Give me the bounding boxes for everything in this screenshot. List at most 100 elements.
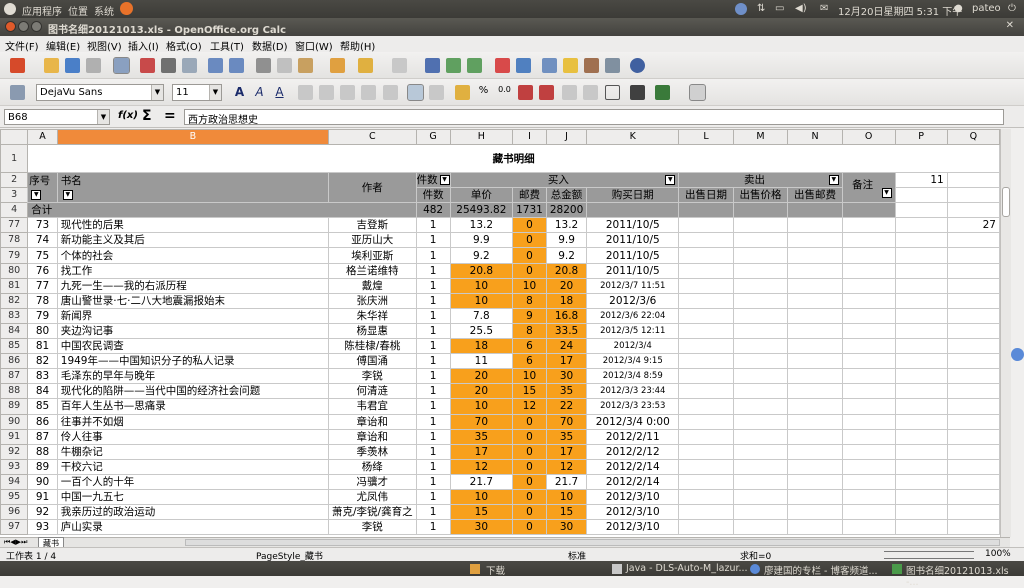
subheader-cell[interactable]: 邮费 (512, 187, 547, 204)
cell[interactable] (841, 217, 896, 234)
cell[interactable] (841, 473, 896, 490)
author-cell[interactable]: 尤凤伟 (328, 488, 417, 506)
author-cell[interactable]: 季羡林 (328, 443, 417, 460)
author-cell[interactable]: 杨显惠 (328, 322, 417, 340)
menu-insert[interactable]: 插入(I) (128, 38, 159, 53)
author-cell[interactable]: 李锐 (328, 519, 417, 536)
clock[interactable]: 12月20日星期四 5:31 下午 (838, 3, 962, 18)
row-header[interactable]: 88 (0, 383, 29, 400)
amount-cell[interactable]: 21.7 (545, 473, 588, 490)
cell[interactable] (894, 353, 948, 370)
author-cell[interactable]: 格兰诺维特 (328, 262, 417, 279)
task-downloads[interactable]: 下载 (486, 563, 505, 577)
postage-cell[interactable]: 0 (512, 473, 547, 490)
purchase-date-cell[interactable]: 2012/3/10 (586, 504, 680, 521)
horizontal-scrollbar[interactable] (185, 539, 1000, 546)
cell[interactable] (678, 458, 734, 475)
cell[interactable] (678, 519, 734, 536)
price-cell[interactable]: 20.8 (449, 262, 514, 279)
cell[interactable] (946, 277, 1000, 294)
cell[interactable] (787, 458, 843, 475)
author-cell[interactable]: 李锐 (328, 368, 417, 385)
cell[interactable] (894, 398, 948, 415)
menu-help[interactable]: 帮助(H) (340, 38, 375, 53)
cell[interactable] (787, 322, 843, 340)
purchase-date-cell[interactable]: 2012/2/14 (586, 458, 680, 475)
cell[interactable] (787, 338, 843, 355)
filter-dropdown-icon[interactable]: ▼ (828, 175, 839, 186)
redo-icon[interactable] (392, 58, 407, 73)
cell[interactable] (732, 458, 789, 475)
author-cell[interactable]: 章诒和 (328, 413, 417, 430)
task-browser[interactable]: 廖建国的专栏 - 博客频道... (764, 563, 878, 577)
formula-icon[interactable]: = (164, 108, 176, 124)
cell[interactable] (946, 473, 1000, 490)
cell[interactable] (841, 247, 896, 264)
increase-indent-icon[interactable] (583, 85, 598, 100)
percent-format-icon[interactable]: % (476, 85, 491, 100)
purchase-date-cell[interactable]: 2012/3/4 (586, 338, 680, 355)
seq-cell[interactable]: 90 (27, 473, 58, 490)
amount-cell[interactable]: 24 (545, 338, 588, 355)
count-cell[interactable]: 1 (415, 338, 451, 355)
row-header[interactable]: 77 (0, 217, 29, 234)
subheader-cell[interactable]: 件数 (415, 187, 451, 204)
row-header[interactable]: 3 (0, 187, 29, 204)
author-cell[interactable]: 戴煌 (328, 277, 417, 294)
cell[interactable] (732, 383, 789, 400)
row-header[interactable]: 93 (0, 458, 29, 475)
postage-cell[interactable]: 9 (512, 307, 547, 324)
seq-header[interactable]: 序号 ▼ (27, 171, 58, 204)
cell[interactable] (787, 383, 843, 400)
col-header[interactable]: B (56, 129, 330, 145)
book-name-cell[interactable]: 唐山警世录·七·二八大地震漏报始末 (56, 292, 330, 309)
cell[interactable] (678, 277, 734, 294)
price-cell[interactable]: 10 (449, 398, 514, 415)
col-header[interactable]: I (512, 129, 547, 145)
open-icon[interactable] (44, 58, 59, 73)
cell[interactable] (946, 443, 1000, 460)
row-header[interactable]: 85 (0, 338, 29, 355)
row-header[interactable]: 94 (0, 473, 29, 490)
seq-cell[interactable]: 83 (27, 368, 58, 385)
menu-view[interactable]: 视图(V) (87, 38, 122, 53)
maximize-icon[interactable] (31, 21, 42, 32)
amount-cell[interactable]: 17 (545, 353, 588, 370)
cell[interactable] (841, 353, 896, 370)
name-box[interactable]: B68 ▼ (4, 109, 110, 125)
cell[interactable] (841, 277, 896, 294)
cell[interactable] (787, 398, 843, 415)
system-menu[interactable]: 系统 (94, 3, 114, 18)
note-header[interactable]: 备注 ▼ (841, 171, 896, 204)
purchase-date-cell[interactable]: 2012/3/4 0:00 (586, 413, 680, 430)
count-cell[interactable]: 1 (415, 443, 451, 460)
postage-cell[interactable]: 0 (512, 458, 547, 475)
seq-cell[interactable]: 93 (27, 519, 58, 536)
postage-cell[interactable]: 6 (512, 353, 547, 370)
align-top-icon[interactable] (407, 84, 424, 101)
seq-cell[interactable]: 87 (27, 428, 58, 445)
cell[interactable] (946, 383, 1000, 400)
book-name-cell[interactable]: 个体的社会 (56, 247, 330, 264)
cell[interactable] (841, 458, 896, 475)
purchase-date-cell[interactable]: 2012/3/4 9:15 (586, 353, 680, 370)
cell[interactable] (678, 292, 734, 309)
price-cell[interactable]: 70 (449, 413, 514, 430)
cell[interactable] (787, 277, 843, 294)
total-count[interactable]: 482 (415, 202, 451, 219)
book-name-cell[interactable]: 我亲历过的政治运动 (56, 504, 330, 521)
buy-header[interactable]: 买入 ▼ (449, 171, 680, 189)
help-icon[interactable] (630, 58, 645, 73)
cell[interactable] (894, 322, 948, 340)
book-name-cell[interactable]: 找工作 (56, 262, 330, 279)
cell[interactable] (787, 353, 843, 370)
cell[interactable] (732, 202, 789, 219)
postage-cell[interactable]: 0 (512, 443, 547, 460)
cell[interactable] (894, 488, 948, 506)
author-cell[interactable]: 亚历山大 (328, 232, 417, 249)
purchase-date-cell[interactable]: 2012/3/6 22:04 (586, 307, 680, 324)
row-header[interactable]: 90 (0, 413, 29, 430)
postage-cell[interactable]: 0 (512, 488, 547, 506)
tab-nav-icon[interactable]: ⏮◀▶⏭ (4, 538, 27, 547)
cell[interactable] (678, 322, 734, 340)
